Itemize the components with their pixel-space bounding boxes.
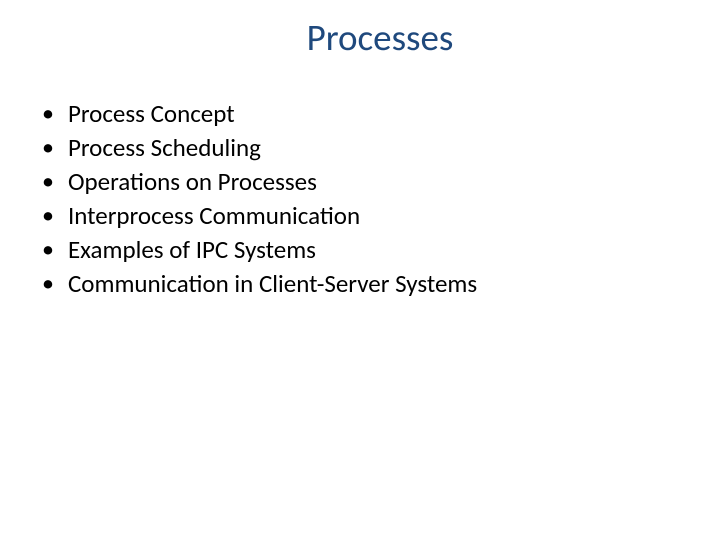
bullet-text: Examples of IPC Systems: [68, 234, 316, 266]
list-item: • Communication in Client-Server Systems: [40, 268, 690, 300]
list-item: • Interprocess Communication: [40, 200, 690, 232]
bullet-text: Process Scheduling: [68, 132, 261, 164]
bullet-icon: •: [42, 268, 54, 299]
bullet-icon: •: [42, 132, 54, 163]
slide-container: Processes • Process Concept • Process Sc…: [0, 0, 720, 540]
slide-title: Processes: [70, 15, 690, 60]
list-item: • Examples of IPC Systems: [40, 234, 690, 266]
slide-content: • Process Concept • Process Scheduling •…: [30, 98, 690, 300]
bullet-icon: •: [42, 234, 54, 265]
bullet-list: • Process Concept • Process Scheduling •…: [40, 98, 690, 300]
bullet-text: Communication in Client-Server Systems: [68, 268, 477, 300]
bullet-icon: •: [42, 98, 54, 129]
bullet-icon: •: [42, 200, 54, 231]
bullet-icon: •: [42, 166, 54, 197]
bullet-text: Process Concept: [68, 98, 235, 130]
bullet-text: Operations on Processes: [68, 166, 317, 198]
list-item: • Process Concept: [40, 98, 690, 130]
list-item: • Process Scheduling: [40, 132, 690, 164]
list-item: • Operations on Processes: [40, 166, 690, 198]
bullet-text: Interprocess Communication: [68, 200, 360, 232]
